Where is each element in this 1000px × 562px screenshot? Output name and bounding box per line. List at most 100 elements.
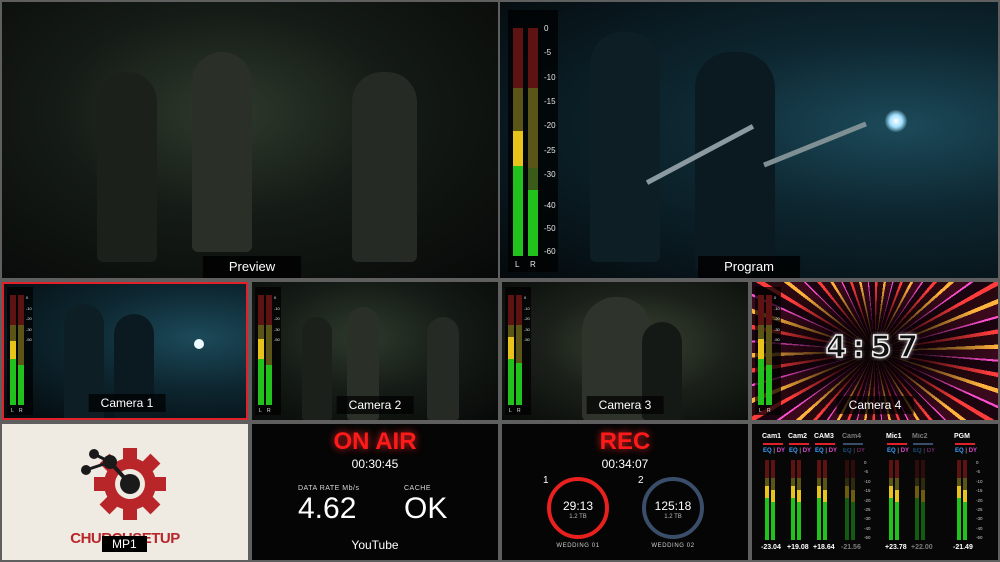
disk-1-index: 1 (543, 475, 549, 486)
channel-name: Cam4 (842, 433, 862, 440)
eq-dy-indicator[interactable]: EQ | DY (815, 448, 837, 454)
channel-level: +23.78 (885, 544, 907, 551)
performer-silhouette (302, 317, 332, 420)
channel-tally (913, 443, 933, 445)
eq-dy-indicator[interactable]: EQ | DY (955, 448, 977, 454)
camera-2-audio-meter: 0 -10 -20 -30 -50 L R (255, 287, 281, 415)
channel-label-right: R (530, 260, 536, 269)
media-player-view[interactable]: CHURCHSETUP MP1 (2, 424, 248, 560)
disk-1-size: 1.2 TB (569, 514, 587, 520)
channel-name: Mic2 (912, 433, 928, 440)
performer-silhouette (97, 72, 157, 262)
mixer-strip-mic2[interactable]: Mic2 EQ | DY +22.00 (911, 424, 942, 560)
channel-meter-bar (823, 460, 827, 540)
camera-3-label: Camera 3 (586, 396, 664, 414)
guitarist-silhouette (590, 32, 660, 262)
disk-2-time: 125:18 (654, 499, 692, 513)
channel-meter-bar (851, 460, 855, 540)
camera-4-view[interactable]: 4:57 0 -10 -20 -30 -50 L R Camera 4 (752, 282, 998, 420)
rec-indicator: REC (599, 428, 651, 455)
channel-meter-bar (791, 460, 795, 540)
record-timecode: 00:34:07 (601, 457, 649, 471)
stream-platform: YouTube (351, 538, 399, 552)
channel-name: Cam1 (762, 433, 782, 440)
streaming-status-view: ON AIR 00:30:45 DATA RATE Mb/s 4.62 CACH… (252, 424, 498, 560)
camera-1-audio-meter: 0 -10 -20 -30 -50 L R (7, 287, 33, 415)
mixer-meter-scale: 0 -5 -10 -15 -20 -25 -30 -40 -50 (864, 460, 871, 541)
eq-dy-indicator[interactable]: EQ | DY (843, 448, 865, 454)
camera-2-view[interactable]: 0 -10 -20 -30 -50 L R Camera 2 (252, 282, 498, 420)
channel-meter-bar (845, 460, 849, 540)
audio-mixer-view: Cam1 EQ | DY -23.04 Cam2 EQ | DY +19.08 CAM3 EQ… (752, 424, 998, 560)
meter-right (528, 28, 538, 256)
disk-2-size: 1.2 TB (664, 514, 682, 520)
channel-meter-bar (797, 460, 801, 540)
channel-tally (887, 443, 907, 445)
channel-tally (815, 443, 835, 445)
audio-mixer-strips: Cam1 EQ | DY -23.04 Cam2 EQ | DY +19.08 CAM3 EQ… (752, 424, 998, 560)
guitar-neck (763, 121, 867, 168)
channel-level: +18.64 (813, 544, 835, 551)
disk-1-time: 29:13 (562, 499, 594, 513)
channel-tally (789, 443, 809, 445)
cache-label: CACHE (404, 485, 432, 492)
performer-silhouette (352, 72, 417, 262)
channel-meter-bar (915, 460, 919, 540)
program-label: Program (698, 256, 800, 278)
channel-tally (955, 443, 975, 445)
recording-status-view: REC 00:34:07 1 29:13 1.2 TB WEDDING 01 2… (502, 424, 748, 560)
data-rate-label: DATA RATE Mb/s (298, 485, 360, 492)
mixer-meter-scale: 0 -5 -10 -15 -20 -25 -30 -40 -50 (976, 460, 983, 541)
camera-1-view[interactable]: 0 -10 -20 -30 -50 L R Camera 1 (2, 282, 248, 420)
meter-left (513, 28, 523, 256)
channel-name: CAM3 (814, 433, 834, 440)
channel-meter-bar (957, 460, 961, 540)
channel-tally (843, 443, 863, 445)
camera-4-label: Camera 4 (836, 396, 914, 414)
camera-3-view[interactable]: 0 -10 -20 -30 -50 L R Camera 3 (502, 282, 748, 420)
channel-meter-bar (817, 460, 821, 540)
disk-1-name: WEDDING 01 (556, 543, 600, 549)
disk-2-index: 2 (638, 475, 644, 486)
camera-3-audio-meter: 0 -10 -20 -30 -50 L R (505, 287, 531, 415)
channel-meter-bar (921, 460, 925, 540)
camera-4-audio-meter: 0 -10 -20 -30 -50 L R (755, 287, 781, 415)
camera-1-label: Camera 1 (88, 394, 166, 412)
performer-silhouette (427, 317, 459, 420)
channel-name: Mic1 (886, 433, 902, 440)
channel-meter-bar (963, 460, 967, 540)
eq-dy-indicator[interactable]: EQ | DY (887, 448, 909, 454)
media-player-label: MP1 (102, 536, 147, 552)
on-air-indicator: ON AIR (333, 428, 417, 455)
mixer-strip-cam3[interactable]: CAM3 EQ | DY +18.64 (813, 424, 844, 560)
disk-2-name: WEDDING 02 (651, 543, 695, 549)
channel-tally (763, 443, 783, 445)
data-rate-value: 4.62 (298, 492, 357, 525)
mixer-strip-cam2[interactable]: Cam2 EQ | DY +19.08 (787, 424, 818, 560)
performer-silhouette (192, 52, 252, 252)
channel-meter-bar (889, 460, 893, 540)
camera-2-label: Camera 2 (336, 396, 414, 414)
program-view[interactable]: 0 -5 -10 -15 -20 -25 -30 -40 -50 -60 L R… (500, 2, 998, 278)
channel-name: Cam2 (788, 433, 808, 440)
channel-meter-bar (771, 460, 775, 540)
eq-dy-indicator[interactable]: EQ | DY (789, 448, 811, 454)
cache-value: OK (404, 492, 448, 525)
mixer-strip-mic1[interactable]: Mic1 EQ | DY +23.78 (885, 424, 916, 560)
preview-view[interactable]: Preview (2, 2, 498, 278)
stage-light (885, 110, 907, 132)
eq-dy-indicator[interactable]: EQ | DY (763, 448, 785, 454)
channel-level: -23.04 (761, 544, 781, 551)
channel-name: PGM (954, 433, 970, 440)
program-audio-meter: 0 -5 -10 -15 -20 -25 -30 -40 -50 -60 L R (508, 10, 558, 272)
channel-level: +19.08 (787, 544, 809, 551)
countdown-timer: 4:57 (825, 329, 925, 366)
channel-level: -21.56 (841, 544, 861, 551)
channel-level: +22.00 (911, 544, 933, 551)
channel-level: -21.49 (953, 544, 973, 551)
mixer-strip-cam1[interactable]: Cam1 EQ | DY -23.04 (761, 424, 792, 560)
eq-dy-indicator[interactable]: EQ | DY (913, 448, 935, 454)
channel-label-left: L (515, 260, 520, 269)
preview-label: Preview (202, 256, 302, 278)
channel-meter-bar (895, 460, 899, 540)
